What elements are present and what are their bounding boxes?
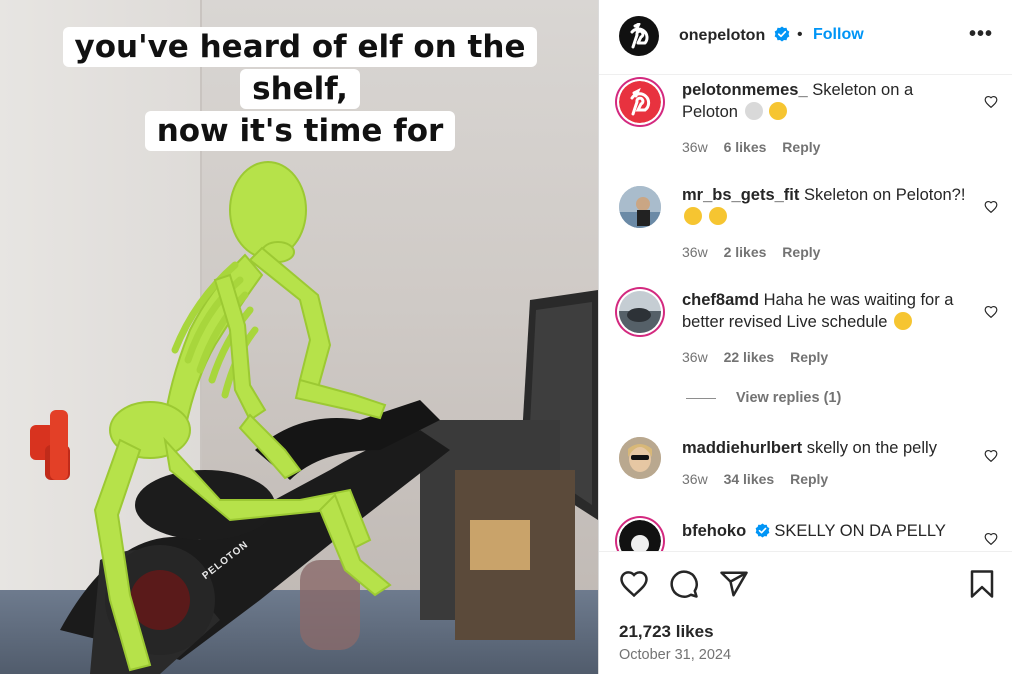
commenter-avatar[interactable]: [619, 81, 661, 123]
commenter-avatar[interactable]: [619, 186, 661, 228]
post-like-count[interactable]: 21,723 likes: [619, 622, 714, 642]
post-date[interactable]: October 31, 2024: [619, 647, 731, 663]
caption-line-2: now it's time for: [144, 111, 456, 151]
comment-heart-icon[interactable]: [984, 532, 998, 545]
comment-heart-icon[interactable]: [984, 200, 998, 213]
comment-username[interactable]: mr_bs_gets_fit: [682, 186, 799, 204]
view-replies-line: [686, 397, 716, 399]
view-replies-label[interactable]: View replies (1): [736, 390, 841, 406]
comment-time[interactable]: 36w: [682, 139, 708, 155]
comment-meta: 36w 6 likes Reply: [682, 139, 832, 155]
commenter-avatar[interactable]: [619, 520, 661, 551]
comment-text: chef8amd Haha he was waiting for a bette…: [682, 289, 972, 333]
comment-username[interactable]: maddiehurlbert: [682, 439, 802, 457]
comment-time[interactable]: 36w: [682, 244, 708, 260]
comment-likes[interactable]: 22 likes: [724, 349, 775, 365]
peloton-logo-icon[interactable]: [619, 16, 659, 56]
follow-button[interactable]: Follow: [813, 26, 864, 44]
post-side-panel: onepeloton • Follow ••• pelotonmemes_ Sk…: [599, 0, 1012, 674]
view-replies-button[interactable]: View replies (1): [686, 390, 841, 406]
author-username[interactable]: onepeloton: [679, 26, 790, 45]
post-media[interactable]: PELOTON you've heard of elf on the shelf…: [0, 0, 598, 674]
comment-likes[interactable]: 2 likes: [724, 244, 767, 260]
red-dumbbell: [30, 410, 70, 480]
comment-heart-icon[interactable]: [984, 95, 998, 108]
comment-meta: 36w 22 likes Reply: [682, 349, 840, 365]
post-caption-overlay: you've heard of elf on the shelf, now it…: [20, 26, 580, 152]
reply-button[interactable]: Reply: [782, 139, 820, 155]
comment-body: Skeleton on Peloton?!: [803, 186, 966, 204]
share-icon[interactable]: [719, 569, 749, 599]
caption-line-1: you've heard of elf on the shelf,: [62, 27, 538, 109]
comment-username[interactable]: pelotonmemes_: [682, 81, 808, 99]
sweat-smile-icon: [708, 207, 727, 225]
comment-heart-icon[interactable]: [984, 449, 998, 462]
comment-time[interactable]: 36w: [682, 349, 708, 365]
comment-text: maddiehurlbert skelly on the pelly: [682, 437, 972, 459]
comment-body: SKELLY ON DA PELLY: [774, 522, 946, 540]
more-options-icon[interactable]: •••: [969, 23, 993, 46]
comment-heart-icon[interactable]: [984, 305, 998, 318]
skull-icon: [744, 102, 763, 120]
reply-button[interactable]: Reply: [790, 471, 828, 487]
comment-text: bfehoko SKELLY ON DA PELLY: [682, 520, 972, 542]
comment-likes[interactable]: 34 likes: [724, 471, 775, 487]
heart-icon[interactable]: [619, 569, 649, 597]
reply-button[interactable]: Reply: [790, 349, 828, 365]
comment-username[interactable]: bfehoko: [682, 522, 746, 540]
thinking-icon: [684, 207, 702, 225]
verified-icon: [774, 26, 789, 42]
comment-username[interactable]: chef8amd: [682, 291, 759, 309]
comments-list[interactable]: pelotonmemes_ Skeleton on a Peloton 36w …: [599, 75, 1012, 551]
comment-text: mr_bs_gets_fit Skeleton on Peloton?!: [682, 184, 972, 228]
comment-time[interactable]: 36w: [682, 471, 708, 487]
reply-button[interactable]: Reply: [782, 244, 820, 260]
comment-icon[interactable]: [669, 569, 699, 599]
bookmark-icon[interactable]: [969, 569, 995, 599]
joy-icon: [894, 312, 913, 330]
header-separator: •: [797, 26, 803, 43]
post-actions: 21,723 likes October 31, 2024: [599, 551, 1012, 675]
commenter-avatar[interactable]: [619, 437, 661, 479]
comment-likes[interactable]: 6 likes: [724, 139, 767, 155]
post-header: onepeloton • Follow •••: [599, 0, 1012, 75]
verified-icon: [755, 523, 770, 538]
comment-meta: 36w 2 likes Reply: [682, 244, 832, 260]
comment-body: skelly on the pelly: [806, 439, 937, 457]
comment-meta: 36w 34 likes Reply: [682, 471, 840, 487]
comment-text: pelotonmemes_ Skeleton on a Peloton: [682, 79, 972, 123]
commenter-avatar[interactable]: [619, 291, 661, 333]
heart-eyes-icon: [769, 102, 788, 120]
author-username-text[interactable]: onepeloton: [679, 27, 765, 44]
